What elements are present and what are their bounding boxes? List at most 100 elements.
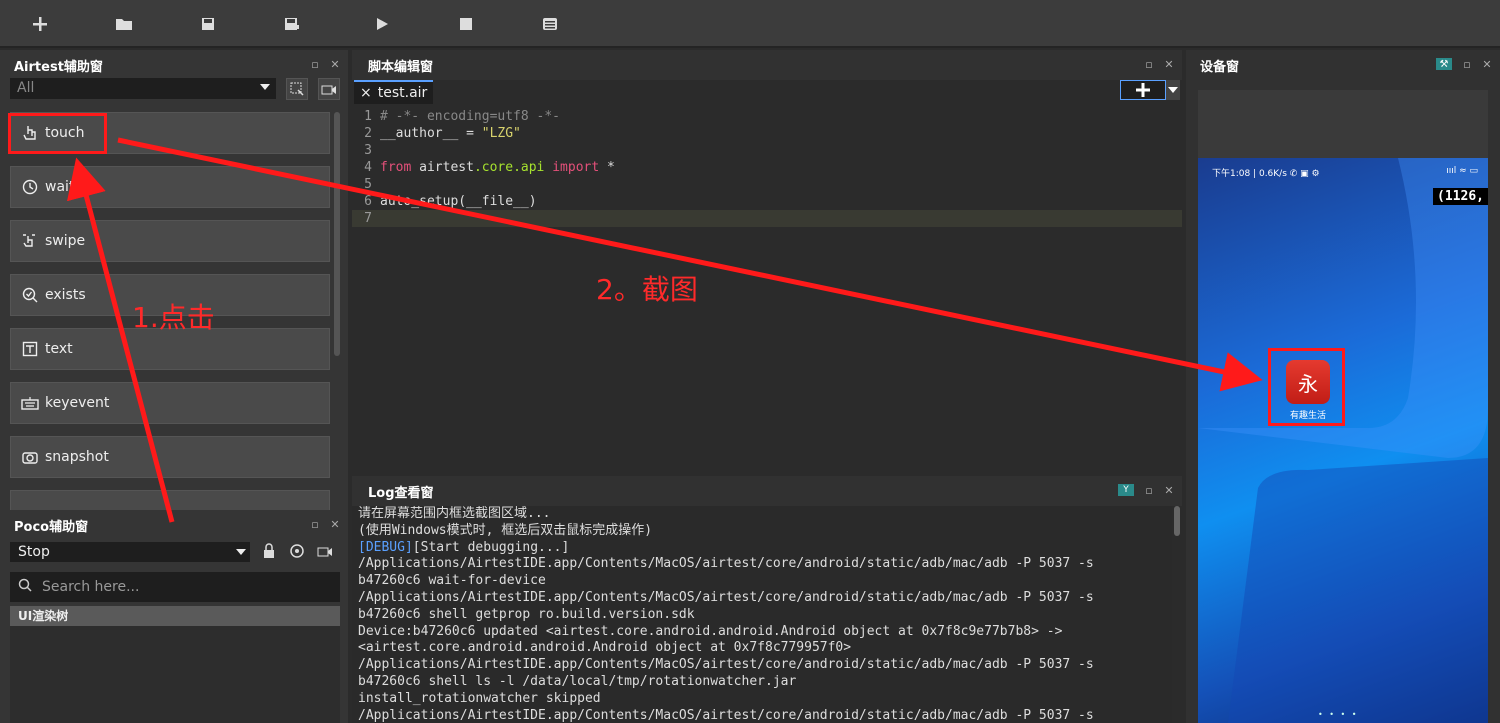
open-folder-icon[interactable]: [112, 12, 136, 36]
camera-icon: [21, 448, 39, 466]
code-line: 4 from airtest .core.api import *: [352, 159, 1182, 176]
ui-tree[interactable]: [10, 626, 340, 723]
code-keyword: import: [552, 160, 600, 175]
close-icon[interactable]: ✕: [1164, 484, 1174, 497]
check-icon: [21, 286, 39, 304]
tab-close-icon[interactable]: ×: [360, 85, 372, 101]
code-line: 1 # -*- encoding=utf8 -*-: [352, 108, 1182, 125]
log-icon[interactable]: [538, 12, 562, 36]
swipe-icon: [21, 232, 39, 250]
float-icon[interactable]: ▫: [310, 518, 320, 531]
script-editor-title: 脚本编辑窗: [352, 50, 1182, 80]
poco-search-input[interactable]: Search here...: [10, 572, 340, 602]
log-output[interactable]: 请在屏幕范围内框选截图区域... (使用Windows模式时, 框选后双击鼠标完…: [352, 506, 1172, 723]
status-bar-left: 下午1:08 | 0.6K/s ✆ ▣ ⚙: [1212, 169, 1320, 179]
refresh-icon[interactable]: [286, 540, 308, 562]
api-filter-select[interactable]: All: [10, 78, 276, 99]
log-line: <airtest.core.android.android.Android ob…: [358, 640, 852, 656]
log-scrollbar[interactable]: [1174, 506, 1180, 536]
float-icon[interactable]: ▫: [310, 58, 320, 71]
log-line: /Applications/AirtestIDE.app/Contents/Ma…: [358, 556, 1094, 572]
api-item-wait[interactable]: wait: [10, 166, 330, 208]
page-indicator: • • • •: [1318, 710, 1359, 719]
code-text: airtest: [411, 160, 474, 175]
select-region-icon[interactable]: [286, 78, 308, 100]
log-line: b47260c6 shell getprop ro.build.version.…: [358, 606, 695, 622]
line-number: 4: [364, 160, 372, 175]
lock-icon[interactable]: [258, 540, 280, 562]
line-number: 2: [364, 126, 372, 141]
code-string: "LZG": [481, 126, 521, 141]
api-item-label: keyevent: [45, 395, 110, 411]
code-text: auto_setup(__file__): [380, 194, 537, 209]
api-item-label: swipe: [45, 233, 86, 249]
ui-tree-header: UI渲染树: [10, 606, 340, 626]
filter-icon[interactable]: Y: [1118, 484, 1134, 496]
tab-test-air[interactable]: × test.air: [354, 80, 434, 104]
log-line: /Applications/AirtestIDE.app/Contents/Ma…: [358, 657, 1094, 673]
api-item-label: wait: [45, 179, 75, 195]
device-screen[interactable]: 下午1:08 | 0.6K/s ✆ ▣ ⚙ ıııl ≈ ▭ (1126, 永 …: [1198, 158, 1488, 723]
clock-icon: [21, 178, 39, 196]
text-icon: [21, 340, 39, 358]
panel-controls: ▫ ✕: [310, 518, 340, 531]
api-item-snapshot[interactable]: snapshot: [10, 436, 330, 478]
filter-row: All: [10, 78, 340, 100]
poco-mode-select[interactable]: Stop: [10, 542, 250, 562]
line-number: 3: [364, 143, 372, 158]
tools-icon[interactable]: ⚒: [1436, 58, 1452, 70]
save-icon[interactable]: [196, 12, 220, 36]
api-item-label: exists: [45, 287, 86, 303]
wallpaper-shapes: [1198, 158, 1488, 723]
api-item-partial[interactable]: [10, 490, 330, 510]
line-number: 1: [364, 109, 372, 124]
float-icon[interactable]: ▫: [1144, 58, 1154, 71]
tab-label: test.air: [377, 85, 428, 101]
airtest-helper-title: Airtest辅助窗: [14, 59, 103, 75]
save-as-icon[interactable]: [280, 12, 304, 36]
chevron-down-icon[interactable]: [1166, 80, 1180, 100]
close-icon[interactable]: ✕: [330, 518, 340, 531]
record-icon[interactable]: [314, 540, 336, 562]
log-line: install_rotationwatcher skipped: [358, 690, 601, 706]
code-keyword: from: [380, 160, 412, 175]
api-item-keyevent[interactable]: keyevent: [10, 382, 330, 424]
stop-icon[interactable]: [454, 12, 478, 36]
search-placeholder: Search here...: [42, 579, 140, 595]
log-line: Device:b47260c6 updated <airtest.core.an…: [358, 623, 1063, 639]
float-icon[interactable]: ▫: [1144, 484, 1154, 497]
code-editor[interactable]: 1 # -*- encoding=utf8 -*- 2 __author__ =…: [352, 108, 1182, 474]
code-line: 2 __author__ = "LZG": [352, 125, 1182, 142]
code-module: .core.api: [473, 160, 553, 175]
close-icon[interactable]: ✕: [1164, 58, 1174, 71]
log-line: /Applications/AirtestIDE.app/Contents/Ma…: [358, 707, 1094, 723]
line-number: 6: [364, 194, 372, 209]
new-script-button[interactable]: [1120, 80, 1166, 100]
annotation-step1: 1.点击: [132, 301, 215, 334]
panel-controls: ⚒ ▫ ✕: [1436, 58, 1492, 71]
new-icon[interactable]: [28, 12, 52, 36]
code-text: # -*- encoding=utf8 -*-: [380, 109, 561, 124]
poco-mode-value: Stop: [18, 544, 50, 560]
record-icon[interactable]: [318, 78, 340, 100]
panel-controls: Y ▫ ✕: [1118, 484, 1174, 497]
api-list-scrollbar[interactable]: [334, 112, 340, 356]
log-title: Log查看窗: [352, 476, 1182, 506]
app-highlight-box: [1268, 348, 1345, 426]
panel-controls: ▫ ✕: [1144, 58, 1174, 71]
api-item-swipe[interactable]: swipe: [10, 220, 330, 262]
log-line: b47260c6 shell ls -l /data/local/tmp/rot…: [358, 673, 797, 689]
annotation-step2: 2。截图: [596, 273, 698, 306]
run-icon[interactable]: [370, 12, 394, 36]
poco-helper-panel: Poco辅助窗 ▫ ✕ Stop Search here... UI渲染树: [0, 510, 348, 723]
code-line: 5: [352, 176, 1182, 193]
close-icon[interactable]: ✕: [1482, 58, 1492, 71]
line-number: 7: [364, 211, 372, 226]
api-item-label: text: [45, 341, 73, 357]
float-icon[interactable]: ▫: [1462, 58, 1472, 71]
chevron-down-icon: [260, 84, 270, 90]
close-icon[interactable]: ✕: [330, 58, 340, 71]
script-editor-panel: 脚本编辑窗 ▫ ✕ × test.air 1 # -*- encoding=ut…: [352, 50, 1182, 474]
log-panel: Log查看窗 Y ▫ ✕ 请在屏幕范围内框选截图区域... (使用Windows…: [352, 476, 1182, 723]
keyboard-icon: [21, 394, 39, 412]
